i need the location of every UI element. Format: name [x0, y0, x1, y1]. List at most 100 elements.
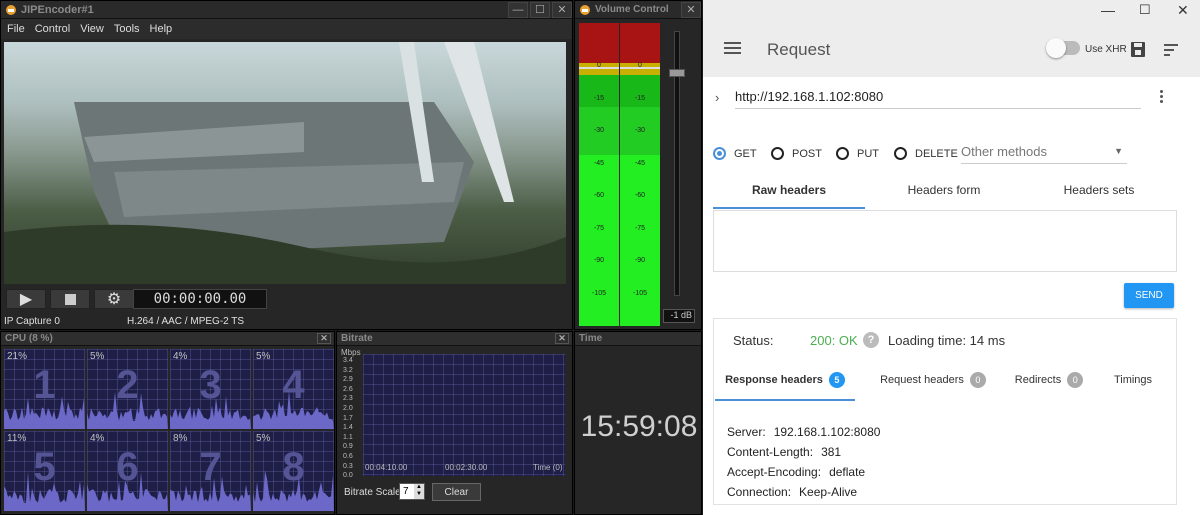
response-headers-list: Server: 192.168.1.102:8080 Content-Length:…: [727, 425, 880, 505]
settings-button[interactable]: ⚙: [94, 289, 134, 309]
window-close-icon[interactable]: ✕: [1177, 2, 1189, 19]
other-methods-value: Other methods: [961, 144, 1047, 159]
cpu-load-waveform: [253, 390, 334, 429]
window-maximize-icon[interactable]: ☐: [1139, 2, 1151, 18]
tab-response-headers-label: Response headers: [725, 373, 823, 386]
tab-headers-sets[interactable]: Headers sets: [1023, 183, 1175, 197]
stop-icon: [64, 293, 76, 305]
send-button[interactable]: SEND: [1124, 283, 1174, 308]
header-value: 381: [821, 445, 842, 459]
cpu-load-area: [4, 396, 85, 429]
use-xhr-toggle[interactable]: [1046, 38, 1080, 58]
menu-item-tools[interactable]: Tools: [114, 23, 140, 35]
bitrate-graph: [363, 354, 565, 476]
minimize-icon[interactable]: —: [508, 1, 528, 18]
db-readout: -1 dB: [663, 309, 695, 323]
vu-segment: [579, 155, 619, 326]
menu-item-help[interactable]: Help: [150, 23, 173, 35]
request-toolbar: [703, 0, 1200, 77]
method-post[interactable]: POST: [771, 147, 836, 160]
close-icon[interactable]: ✕: [317, 333, 331, 344]
cpu-title: CPU (8 %): [5, 333, 53, 344]
redirects-count: 0: [1067, 372, 1084, 388]
close-icon[interactable]: ✕: [681, 1, 701, 18]
vu-meter-channel: 0 -15 -30 -45 -60 -75 -90 -105: [579, 23, 619, 326]
cpu-core-graph: 8 5%: [253, 431, 334, 511]
url-input[interactable]: http://192.168.1.102:8080: [735, 89, 1141, 109]
url-value: http://192.168.1.102:8080: [735, 89, 884, 104]
vu-level-label: 0: [597, 62, 601, 69]
window-minimize-icon[interactable]: —: [1101, 2, 1115, 18]
bitrate-scale-label: Bitrate Scale: [344, 487, 401, 498]
cpu-load-waveform: [4, 396, 85, 429]
dropdown-arrow-icon: ▼: [1114, 146, 1123, 156]
bitrate-ytick: 3.4: [343, 357, 353, 364]
tab-headers-form[interactable]: Headers form: [868, 183, 1020, 197]
spin-arrows-icon[interactable]: ▲ ▼: [414, 484, 424, 499]
video-frame: [4, 42, 566, 284]
bitrate-scale-value: 7: [403, 486, 409, 497]
cpu-load-area: [4, 471, 85, 511]
raw-headers-editor[interactable]: [713, 210, 1177, 272]
header-key: Server:: [727, 425, 766, 439]
stop-button[interactable]: [50, 289, 90, 309]
bitrate-header: Bitrate ✕: [337, 332, 572, 346]
close-icon[interactable]: ✕: [555, 333, 569, 344]
tab-timings[interactable]: Timings: [1105, 374, 1161, 386]
tab-redirects[interactable]: Redirects 0: [1009, 372, 1089, 388]
cpu-core-graph: 5 11%: [4, 431, 85, 511]
request-headers-count: 0: [969, 372, 986, 388]
encoder-titlebar[interactable]: JIPEncoder#1 — ☐ ✕: [1, 1, 572, 19]
expand-url-icon[interactable]: ›: [715, 90, 719, 105]
vu-segment: [620, 23, 660, 63]
sort-icon[interactable]: [1164, 44, 1178, 56]
play-button[interactable]: ▶: [6, 289, 46, 309]
menu-icon[interactable]: [724, 42, 741, 54]
timecode-display: 00:00:00.00: [133, 289, 267, 309]
vu-segment: [620, 75, 660, 107]
time-header: Time: [575, 332, 701, 346]
bitrate-ytick: 0.6: [343, 453, 353, 460]
vu-level-label: -75: [634, 224, 646, 232]
method-selector: GET POST PUT DELETE: [713, 147, 964, 160]
tab-response-headers[interactable]: Response headers 5: [715, 372, 855, 401]
method-get-label: GET: [734, 147, 757, 160]
vu-level-label: -30: [593, 127, 605, 134]
bitrate-ytick: 3.2: [343, 366, 353, 374]
status-label: Status:: [733, 333, 774, 348]
cpu-core-graph: 3 4%: [170, 349, 251, 429]
player-controls: ▶ ⚙: [6, 289, 134, 309]
bitrate-unit: Mbps: [341, 348, 361, 357]
loading-time: Loading time: 14 ms: [888, 333, 1006, 348]
more-vert-icon[interactable]: [1160, 90, 1164, 103]
help-icon[interactable]: ?: [863, 332, 879, 348]
bitrate-ytick: 2.9: [343, 376, 353, 384]
menu-item-view[interactable]: View: [80, 23, 104, 35]
cpu-core-graph: 2 5%: [87, 349, 168, 429]
tab-raw-headers[interactable]: Raw headers: [713, 183, 865, 209]
volume-titlebar[interactable]: Volume Control ✕: [575, 1, 701, 19]
method-put[interactable]: PUT: [836, 147, 894, 160]
volume-slider-thumb[interactable]: [669, 69, 685, 77]
tab-request-headers[interactable]: Request headers 0: [873, 372, 993, 388]
vu-level-label: -105: [632, 289, 647, 297]
vu-level-label: -105: [591, 289, 606, 297]
status-value: 200: OK: [810, 333, 858, 348]
method-delete[interactable]: DELETE: [894, 147, 964, 160]
maximize-icon[interactable]: ☐: [530, 1, 550, 18]
menu-item-file[interactable]: File: [7, 23, 25, 35]
menu-item-control[interactable]: Control: [35, 23, 70, 35]
bitrate-xtick-2: 00:02:30.00: [445, 463, 488, 472]
cpu-load-waveform: [87, 472, 168, 511]
method-get[interactable]: GET: [713, 147, 771, 160]
gear-icon: ⚙: [106, 291, 122, 308]
vu-level-label: 0: [638, 62, 642, 69]
method-delete-label: DELETE: [915, 147, 958, 160]
save-icon[interactable]: [1131, 42, 1145, 57]
other-methods-select[interactable]: Other methods ▼: [961, 144, 1127, 164]
bitrate-scale-stepper[interactable]: 7 ▲ ▼: [399, 483, 425, 500]
cpu-load-area: [170, 396, 251, 429]
close-icon[interactable]: ✕: [552, 1, 572, 18]
method-put-label: PUT: [857, 147, 879, 160]
clear-button[interactable]: Clear: [432, 483, 481, 501]
